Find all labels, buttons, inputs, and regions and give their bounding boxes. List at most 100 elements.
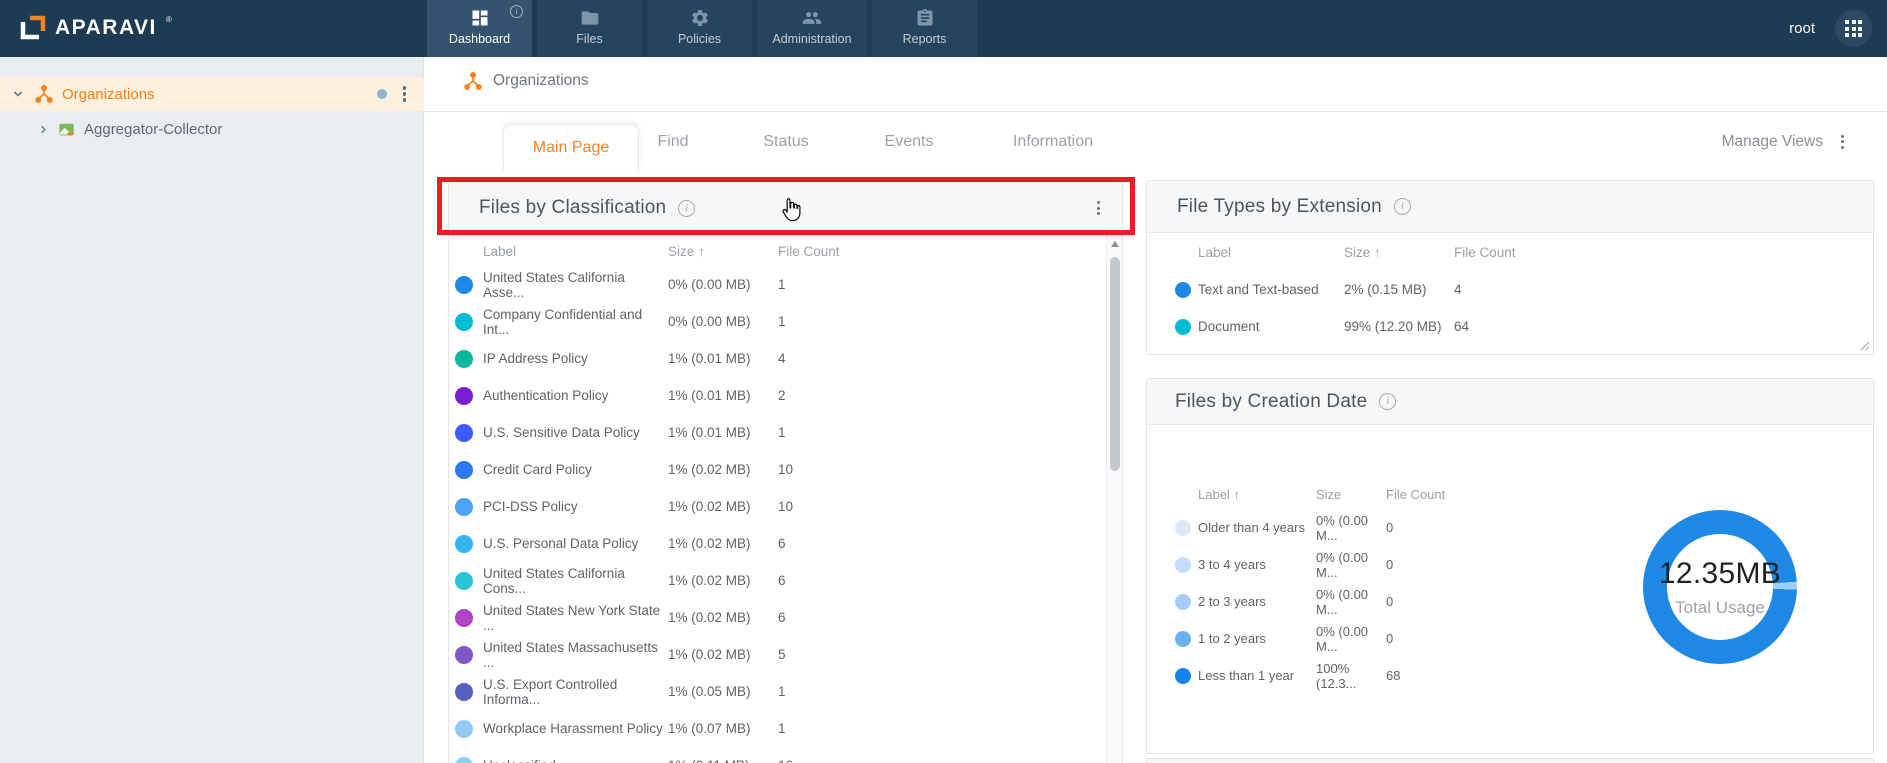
scroll-up-arrow-icon[interactable] bbox=[1110, 241, 1119, 247]
manage-views: Manage Views bbox=[1722, 112, 1848, 171]
files-by-creation-date-panel: Files by Creation Date i Label ↑ Size Fi… bbox=[1146, 378, 1874, 754]
row-count: 16 bbox=[778, 758, 793, 763]
table-row[interactable]: Document 99% (12.20 MB) 64 bbox=[1171, 308, 1857, 345]
series-color-dot bbox=[1175, 667, 1191, 684]
sidebar-item-organizations[interactable]: Organizations bbox=[0, 77, 424, 111]
chevron-down-icon[interactable] bbox=[12, 88, 24, 100]
nav-tab-administration[interactable]: Administration bbox=[757, 0, 867, 57]
info-icon[interactable]: i bbox=[678, 199, 696, 217]
tab-find[interactable]: Find bbox=[657, 112, 688, 171]
row-size: 1% (0.01 MB) bbox=[668, 351, 751, 366]
row-size: 1% (0.11 MB) bbox=[668, 758, 778, 763]
column-header-size[interactable]: Size ↑ bbox=[1344, 245, 1454, 260]
row-label: Less than 1 year bbox=[1198, 668, 1295, 683]
table-row[interactable]: Credit Card Policy 1% (0.02 MB) 10 bbox=[449, 451, 1122, 488]
column-header-label[interactable]: Label bbox=[1198, 245, 1344, 260]
series-color-dot bbox=[455, 756, 473, 763]
table-row[interactable]: United States New York State ... 1% (0.0… bbox=[449, 599, 1122, 636]
user-name[interactable]: root bbox=[1789, 20, 1815, 37]
dashboard-info-icon[interactable]: i bbox=[510, 5, 523, 18]
table-row[interactable]: U.S. Export Controlled Informa... 1% (0.… bbox=[449, 673, 1122, 710]
tab-events[interactable]: Events bbox=[885, 112, 934, 171]
classification-table: Label Size ↑ File Count United States Ca… bbox=[449, 236, 1122, 763]
table-row[interactable]: 1 to 2 years 0% (0.00 M... 0 bbox=[1174, 620, 1494, 657]
clipboard-icon bbox=[917, 8, 932, 26]
row-label: Company Confidential and Int... bbox=[483, 306, 643, 337]
panel-resize-handle[interactable] bbox=[1860, 341, 1870, 351]
apps-menu-button[interactable] bbox=[1835, 10, 1872, 47]
info-icon[interactable]: i bbox=[1379, 393, 1397, 410]
next-panel-top-edge bbox=[1146, 758, 1874, 763]
manage-views-button[interactable]: Manage Views bbox=[1722, 133, 1823, 151]
total-usage-caption: Total Usage bbox=[1675, 597, 1765, 617]
series-color-dot bbox=[455, 682, 473, 701]
tree-item-menu-icon[interactable] bbox=[399, 82, 411, 106]
navbar-right: root bbox=[1789, 0, 1872, 57]
row-count: 0 bbox=[1386, 631, 1394, 646]
nav-tab-label: Dashboard bbox=[448, 32, 511, 46]
tab-main-page[interactable]: Main Page bbox=[503, 124, 639, 171]
row-size: 1% (0.02 MB) bbox=[668, 462, 751, 477]
tab-label: Main Page bbox=[532, 139, 610, 156]
chevron-right-icon[interactable] bbox=[38, 124, 49, 135]
table-row[interactable]: 3 to 4 years 0% (0.00 M... 0 bbox=[1174, 546, 1494, 583]
vertical-scrollbar[interactable] bbox=[1106, 236, 1122, 763]
table-row[interactable]: Older than 4 years 0% (0.00 M... 0 bbox=[1174, 509, 1494, 546]
tab-information[interactable]: Information bbox=[1013, 112, 1093, 171]
nav-tab-reports[interactable]: Reports bbox=[872, 0, 977, 57]
nav-tab-dashboard[interactable]: Dashboard i bbox=[427, 0, 532, 57]
brand-name: APARAVI bbox=[55, 16, 157, 39]
column-header-size[interactable]: Size bbox=[1316, 487, 1386, 502]
nav-tab-files[interactable]: Files bbox=[537, 0, 642, 57]
row-label: 3 to 4 years bbox=[1198, 557, 1266, 572]
column-header-count[interactable]: File Count bbox=[1454, 245, 1516, 260]
table-row[interactable]: PCI-DSS Policy 1% (0.02 MB) 10 bbox=[449, 488, 1122, 525]
column-header-size[interactable]: Size ↑ bbox=[668, 244, 778, 259]
row-label: 2 to 3 years bbox=[1198, 594, 1266, 609]
table-row[interactable]: United States Massachusetts ... 1% (0.02… bbox=[449, 636, 1122, 673]
nav-tab-label: Policies bbox=[677, 32, 722, 46]
table-row[interactable]: U.S. Sensitive Data Policy 1% (0.01 MB) … bbox=[449, 414, 1122, 451]
row-label: Workplace Harassment Policy bbox=[483, 721, 663, 736]
column-header-label[interactable]: Label ↑ bbox=[1198, 487, 1316, 502]
tab-status[interactable]: Status bbox=[763, 112, 808, 171]
top-navbar: APARAVI ® Dashboard i Files Policies Adm… bbox=[0, 0, 1887, 57]
table-row[interactable]: Workplace Harassment Policy 1% (0.07 MB)… bbox=[449, 710, 1122, 747]
panel-title: Files by Classification bbox=[479, 197, 667, 218]
series-color-dot bbox=[455, 460, 473, 479]
sidebar-item-aggregator-collector[interactable]: Aggregator-Collector bbox=[0, 113, 424, 146]
info-icon[interactable]: i bbox=[1393, 198, 1411, 215]
row-count: 1 bbox=[778, 314, 786, 329]
breadcrumb[interactable]: Organizations bbox=[463, 71, 589, 91]
row-size: 1% (0.02 MB) bbox=[668, 499, 751, 514]
table-row[interactable]: Text and Text-based 2% (0.15 MB) 4 bbox=[1171, 271, 1857, 308]
nav-tab-policies[interactable]: Policies bbox=[647, 0, 752, 57]
row-label: U.S. Personal Data Policy bbox=[483, 536, 639, 551]
organization-hierarchy-icon bbox=[464, 72, 482, 90]
nav-tab-label: Files bbox=[576, 32, 603, 46]
table-row[interactable]: 2 to 3 years 0% (0.00 M... 0 bbox=[1174, 583, 1494, 620]
aparavi-logo[interactable]: APARAVI ® bbox=[18, 13, 172, 48]
column-header-count[interactable]: File Count bbox=[1386, 487, 1445, 502]
row-size: 1% (0.07 MB) bbox=[668, 721, 751, 736]
row-count: 0 bbox=[1386, 557, 1394, 572]
panel-menu-icon[interactable] bbox=[1093, 197, 1104, 219]
table-row[interactable]: Authentication Policy 1% (0.01 MB) 2 bbox=[449, 377, 1122, 414]
row-size: 0% (0.00 M... bbox=[1316, 512, 1369, 543]
registered-mark: ® bbox=[165, 15, 172, 24]
total-usage-value: 12.35MB bbox=[1658, 556, 1782, 590]
table-row[interactable]: IP Address Policy 1% (0.01 MB) 4 bbox=[449, 340, 1122, 377]
table-row[interactable]: U.S. Personal Data Policy 1% (0.02 MB) 6 bbox=[449, 525, 1122, 562]
creation-date-rows: Older than 4 years 0% (0.00 M... 0 3 to … bbox=[1174, 509, 1494, 694]
column-header-label[interactable]: Label bbox=[483, 244, 668, 259]
table-row[interactable]: United States California Cons... 1% (0.0… bbox=[449, 562, 1122, 599]
organization-hierarchy-icon bbox=[34, 84, 54, 104]
column-header-count[interactable]: File Count bbox=[778, 244, 840, 259]
manage-views-menu-icon[interactable] bbox=[1837, 131, 1848, 153]
table-row[interactable]: Less than 1 year 100% (12.3... 68 bbox=[1174, 657, 1494, 694]
table-row[interactable]: Company Confidential and Int... 0% (0.00… bbox=[449, 303, 1122, 340]
table-row[interactable]: Unclassified 1% (0.11 MB) 16 bbox=[449, 747, 1122, 763]
scrollbar-thumb[interactable] bbox=[1110, 257, 1120, 471]
table-row[interactable]: United States California Asse... 0% (0.0… bbox=[449, 266, 1122, 303]
panel-header: Files by Classification i bbox=[449, 181, 1122, 236]
